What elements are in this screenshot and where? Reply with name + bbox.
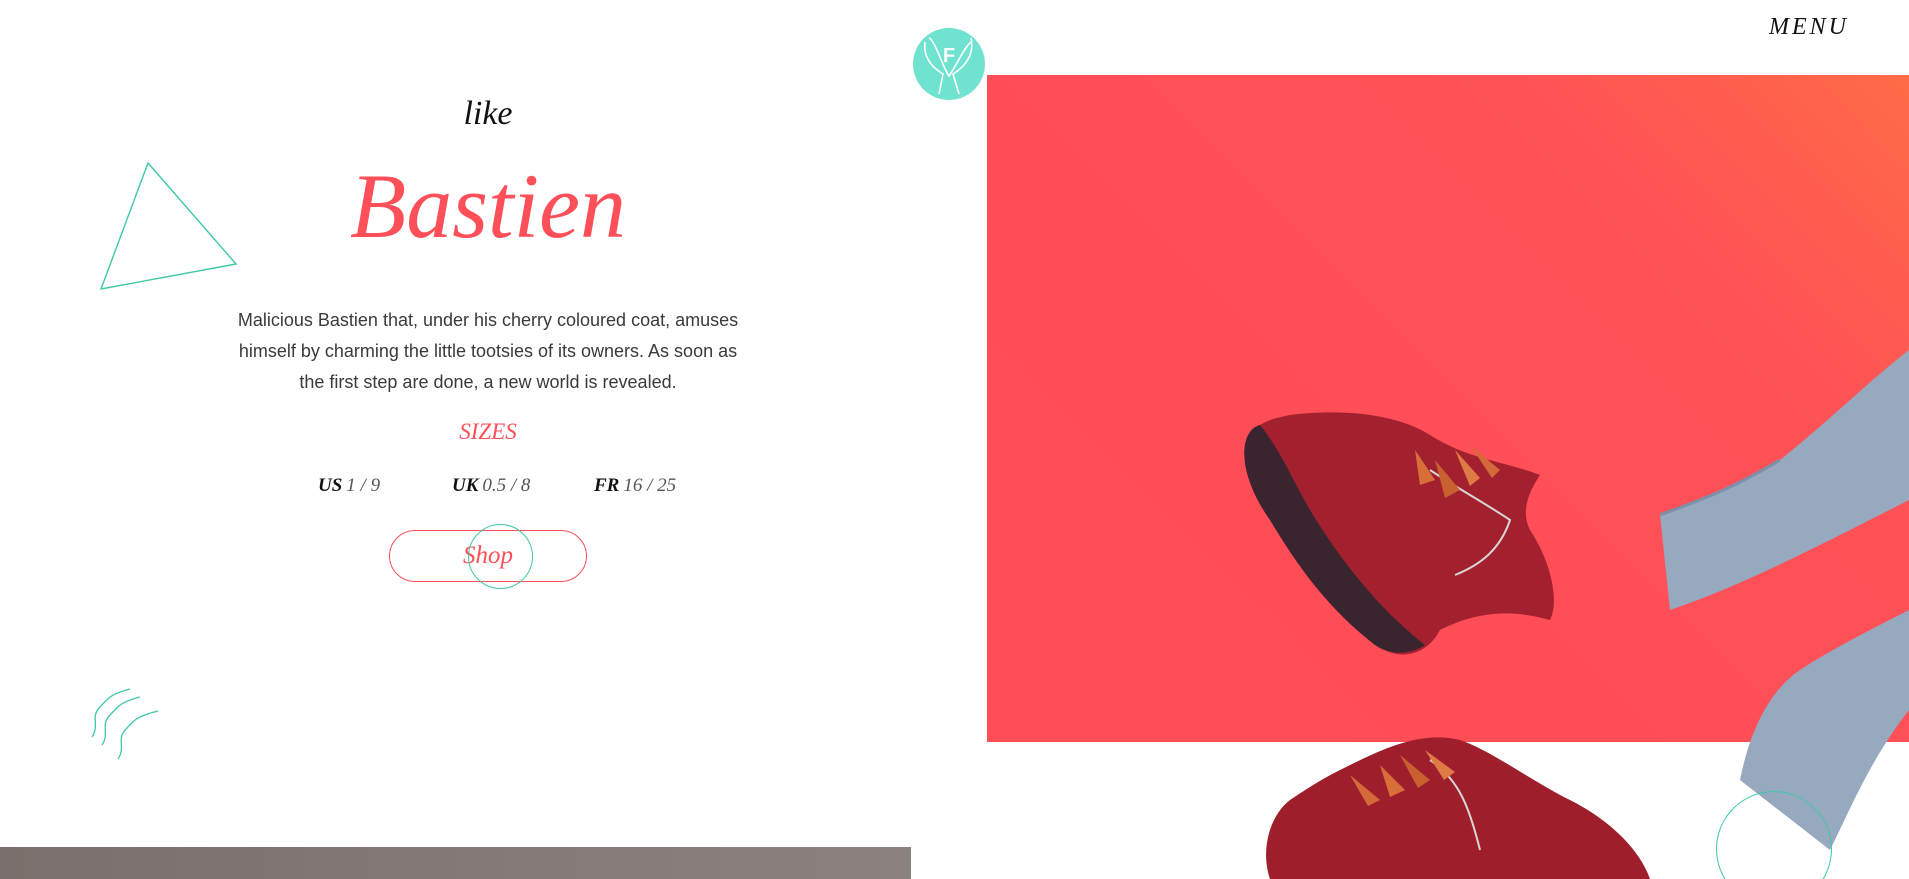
- size-fr: FR 16 / 25: [594, 475, 676, 497]
- size-country: FR: [594, 475, 620, 496]
- size-us: US 1 / 9: [318, 475, 380, 497]
- size-range: 1 / 9: [346, 475, 381, 496]
- product-photo: [1244, 350, 1909, 879]
- menu-button[interactable]: MENU: [1769, 14, 1849, 41]
- shop-cursor-circle: [468, 524, 533, 589]
- sizes-heading: SIZES: [459, 419, 517, 444]
- size-uk: UK 0.5 / 8: [452, 475, 530, 497]
- size-range: 16 / 25: [623, 475, 677, 496]
- product-title: Bastien: [350, 155, 626, 257]
- brand-logo[interactable]: F: [913, 28, 985, 100]
- triangle-decoration: [99, 161, 238, 290]
- product-description: Malicious Bastien that, under his cherry…: [237, 310, 739, 392]
- next-section-preview[interactable]: [0, 847, 911, 879]
- size-country: UK: [452, 475, 479, 496]
- product-eyebrow: like: [463, 95, 513, 132]
- logo-letter: F: [942, 45, 956, 67]
- size-country: US: [318, 475, 343, 496]
- wave-decoration: [91, 688, 159, 760]
- size-range: 0.5 / 8: [482, 475, 531, 496]
